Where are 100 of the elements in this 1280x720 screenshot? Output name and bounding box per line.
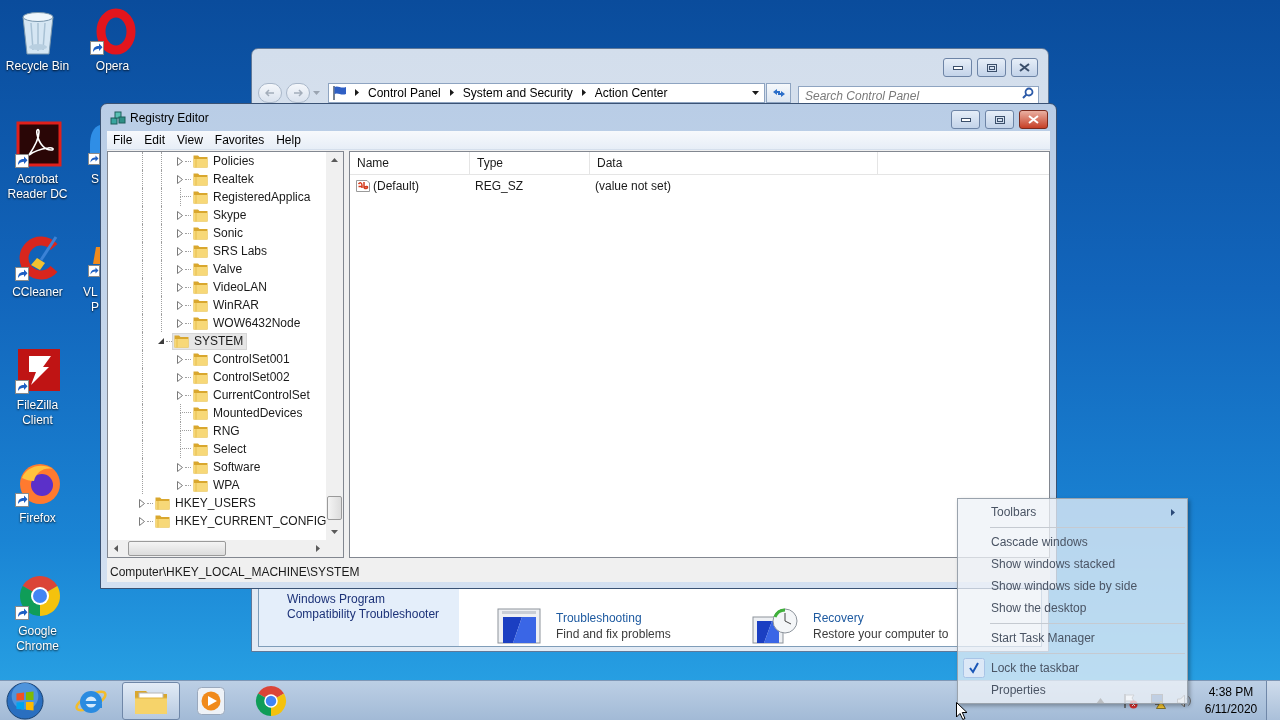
expand-arrow-icon[interactable] <box>177 264 183 274</box>
breadcrumb-arrow-icon[interactable] <box>449 89 454 96</box>
desktop-icon-label[interactable]: CCleaner <box>1 285 74 300</box>
tree-item[interactable]: CurrentControlSet <box>191 386 314 404</box>
menu-item[interactable]: Help <box>270 131 307 149</box>
menu-item[interactable]: View <box>171 131 209 149</box>
desktop-icon-label[interactable]: VL <box>83 285 98 300</box>
menu-item[interactable]: Start Task Manager <box>960 627 1185 649</box>
expand-arrow-icon[interactable] <box>177 246 183 256</box>
tree-item[interactable]: SRS Labs <box>191 242 272 260</box>
tree-item[interactable]: Software <box>191 458 265 476</box>
clock-date[interactable]: 6/11/2020 <box>1204 700 1258 718</box>
column-header[interactable]: Data <box>590 152 878 174</box>
caret-icon[interactable] <box>752 90 759 95</box>
tree-item[interactable]: RNG <box>191 422 244 440</box>
scrollbar-thumb[interactable] <box>327 496 342 520</box>
shortcut-icon[interactable] <box>88 247 100 277</box>
expand-arrow-icon[interactable] <box>177 354 183 364</box>
breadcrumb-arrow-icon[interactable] <box>355 89 359 96</box>
expand-arrow-icon[interactable] <box>177 480 183 490</box>
collapse-arrow-icon[interactable] <box>158 338 164 344</box>
acrobat-icon[interactable] <box>13 121 62 169</box>
expand-arrow-icon[interactable] <box>177 282 183 292</box>
menu-item[interactable]: Cascade windows <box>960 531 1185 553</box>
address-bar[interactable]: Control Panel System and Security Action Center <box>328 82 765 103</box>
tree-item[interactable]: HKEY_CURRENT_CONFIG <box>153 512 326 530</box>
breadcrumb-link[interactable]: System and Security <box>460 83 575 102</box>
expand-arrow-icon[interactable] <box>177 462 183 472</box>
menu-item[interactable]: Show windows stacked <box>960 553 1185 575</box>
sidebar-link[interactable]: Windows Program Compatibility Troubleshooter <box>287 592 449 622</box>
category-link[interactable]: Recovery <box>813 610 949 626</box>
expand-arrow-icon[interactable] <box>177 300 183 310</box>
tree-item[interactable]: Policies <box>191 152 259 170</box>
tree-item[interactable]: Sonic <box>191 224 248 242</box>
menu-item[interactable]: Show windows side by side <box>960 575 1185 597</box>
tree-item[interactable]: ControlSet002 <box>191 368 294 386</box>
desktop-icon-label[interactable]: FileZilla Client <box>1 398 74 428</box>
chrome-icon[interactable] <box>13 573 62 621</box>
maximize-button[interactable] <box>977 58 1006 77</box>
expand-arrow-icon[interactable] <box>139 498 145 508</box>
tree-item[interactable]: Select <box>191 440 251 458</box>
desktop-icon-label[interactable]: Acrobat Reader DC <box>1 172 74 202</box>
column-header[interactable]: Name <box>350 152 470 174</box>
breadcrumb-link[interactable]: Action Center <box>592 83 670 102</box>
menu-item[interactable]: Properties <box>960 679 1185 701</box>
tree-item[interactable]: RegisteredApplica <box>191 188 315 206</box>
expand-arrow-icon[interactable] <box>177 390 183 400</box>
menu-item[interactable]: File <box>107 131 139 149</box>
desktop-icon-label[interactable]: P <box>91 300 99 315</box>
tree-item[interactable]: WinRAR <box>191 296 263 314</box>
desktop-icon-label[interactable]: S <box>91 172 99 187</box>
value-data: (value not set) <box>595 178 672 195</box>
maximize-button[interactable] <box>985 110 1014 129</box>
shortcut-icon[interactable] <box>88 125 100 165</box>
expand-arrow-icon[interactable] <box>139 516 145 526</box>
expand-arrow-icon[interactable] <box>177 372 183 382</box>
tree-item[interactable]: WPA <box>191 476 244 494</box>
vertical-scrollbar[interactable] <box>326 152 343 540</box>
taskbar-button[interactable] <box>122 681 180 720</box>
show-desktop-button[interactable] <box>1266 680 1280 720</box>
minimize-button[interactable] <box>951 110 980 129</box>
tree-item[interactable]: SYSTEM <box>172 332 248 350</box>
expand-arrow-icon[interactable] <box>177 156 183 166</box>
desktop-icon-label[interactable]: Opera <box>76 59 149 74</box>
tree-item[interactable]: WOW6432Node <box>191 314 305 332</box>
menu-item[interactable]: Show the desktop <box>960 597 1185 619</box>
minimize-button[interactable] <box>943 58 972 77</box>
expand-arrow-icon[interactable] <box>177 318 183 328</box>
category-link[interactable]: Troubleshooting <box>556 610 671 626</box>
menu-item[interactable]: Edit <box>138 131 172 149</box>
breadcrumb-arrow-icon[interactable] <box>581 89 586 96</box>
tree-item[interactable]: Skype <box>191 206 251 224</box>
expand-arrow-icon[interactable] <box>177 174 183 184</box>
menu-item[interactable]: Lock the taskbar <box>960 657 1185 679</box>
close-button[interactable] <box>1011 58 1038 77</box>
filezilla-icon[interactable] <box>13 347 62 395</box>
tree-item[interactable]: MountedDevices <box>191 404 307 422</box>
menu-item[interactable]: Toolbars <box>960 501 1185 523</box>
close-button[interactable] <box>1019 110 1048 129</box>
tree-item[interactable]: VideoLAN <box>191 278 271 296</box>
horizontal-scrollbar[interactable] <box>108 540 326 557</box>
breadcrumb-link[interactable]: Control Panel <box>366 83 443 102</box>
tree-item[interactable]: ControlSet001 <box>191 350 294 368</box>
tree-item[interactable]: Realtek <box>191 170 258 188</box>
scrollbar-thumb[interactable] <box>128 541 226 556</box>
opera-icon[interactable] <box>88 8 137 56</box>
search-icon[interactable] <box>1022 86 1034 99</box>
refresh-button[interactable] <box>766 82 791 103</box>
tree-item[interactable]: Valve <box>191 260 247 278</box>
clock-time[interactable]: 4:38 PM <box>1208 683 1254 701</box>
column-header[interactable]: Type <box>470 152 590 174</box>
tree-item[interactable]: HKEY_USERS <box>153 494 260 512</box>
windows-start-icon[interactable] <box>6 681 44 720</box>
media-player-icon <box>196 685 226 716</box>
expand-arrow-icon[interactable] <box>177 228 183 238</box>
menu-item[interactable]: Favorites <box>208 131 271 149</box>
expand-arrow-icon[interactable] <box>177 210 183 220</box>
desktop-icon-label[interactable]: Firefox <box>1 511 74 526</box>
desktop-icon-label[interactable]: Recycle Bin <box>1 59 74 74</box>
registry-cubes-icon <box>110 109 126 126</box>
